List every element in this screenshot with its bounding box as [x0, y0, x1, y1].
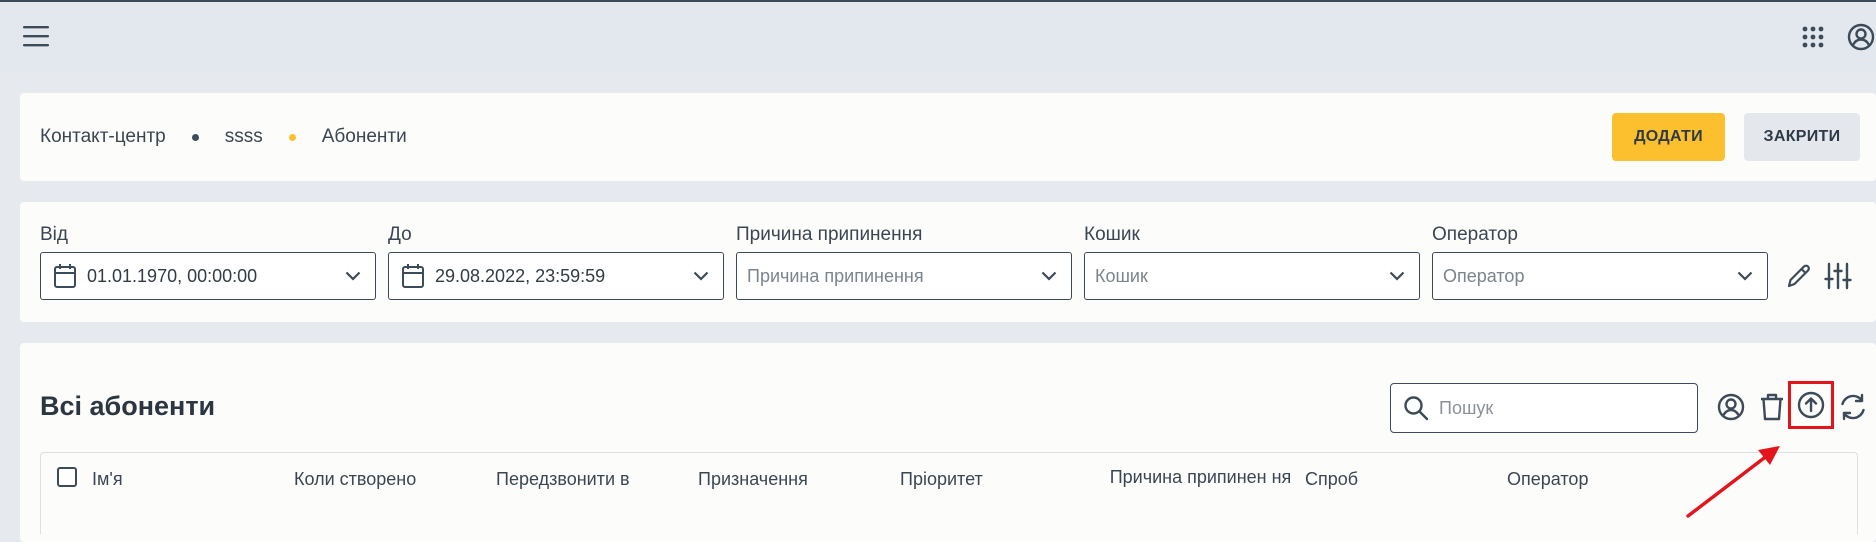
menu-button[interactable] [16, 16, 56, 56]
column-header-destination[interactable]: Призначення [698, 469, 808, 490]
account-button[interactable] [1846, 20, 1876, 54]
user-circle-icon [1717, 393, 1745, 421]
delete-button[interactable] [1756, 389, 1788, 425]
column-header-callback[interactable]: Передзвонити в [496, 469, 630, 490]
select-all-checkbox[interactable] [57, 467, 77, 487]
breadcrumb-separator-active [288, 133, 296, 141]
operator-placeholder: Оператор [1443, 265, 1525, 286]
operator-label: Оператор [1432, 224, 1518, 245]
edit-filters-button[interactable] [1782, 258, 1816, 294]
arrow-icon [1686, 446, 1780, 518]
search-icon [1403, 395, 1429, 421]
account-icon [1847, 23, 1875, 51]
column-header-attempts[interactable]: Спроб [1305, 469, 1358, 490]
header-card: Контакт-центр ssss Абоненти ДОДАТИ ЗАКРИ… [20, 93, 1876, 181]
chevron-down-icon [345, 271, 361, 281]
close-button[interactable]: ЗАКРИТИ [1744, 113, 1860, 161]
calendar-icon [401, 263, 425, 289]
annotation-arrow [1686, 446, 1780, 518]
page-title: Всі абоненти [40, 391, 216, 421]
filters-card: Від 01.01.1970, 00:00:00 До 29.08.2022, … [20, 202, 1876, 322]
refresh-button[interactable] [1836, 389, 1870, 425]
column-header-created[interactable]: Коли створено [294, 469, 416, 490]
from-label: Від [40, 224, 68, 245]
chevron-down-icon [1737, 271, 1753, 281]
top-bar [0, 0, 1876, 72]
search-input[interactable] [1437, 396, 1681, 420]
calendar-icon [53, 263, 77, 289]
menu-icon [23, 26, 49, 47]
filter-settings-button[interactable] [1820, 258, 1856, 294]
table-header: Ім'я Коли створено Передзвонити в Призна… [40, 452, 1858, 534]
breadcrumb-item-ssss[interactable]: ssss [225, 126, 263, 148]
basket-label: Кошик [1084, 224, 1140, 245]
basket-placeholder: Кошик [1095, 265, 1148, 286]
basket-select[interactable]: Кошик [1084, 252, 1420, 300]
subscribers-card: Всі абоненти Ім'я Коли створено Пе [20, 343, 1876, 542]
breadcrumb-separator [191, 133, 199, 141]
assign-operator-button[interactable] [1714, 389, 1748, 425]
reason-placeholder: Причина припинення [747, 265, 924, 286]
column-header-priority[interactable]: Пріоритет [900, 469, 983, 490]
upload-button[interactable] [1788, 381, 1834, 429]
column-header-name[interactable]: Ім'я [92, 469, 123, 490]
chevron-down-icon [1041, 271, 1057, 281]
to-date-field[interactable]: 29.08.2022, 23:59:59 [388, 252, 724, 300]
search-box[interactable] [1390, 383, 1698, 433]
from-date-value: 01.01.1970, 00:00:00 [87, 265, 258, 286]
column-header-termination-reason[interactable]: Причина припинен ня [1103, 461, 1298, 493]
chevron-down-icon [693, 271, 709, 281]
column-header-operator[interactable]: Оператор [1507, 469, 1588, 490]
upload-cloud-icon [1797, 391, 1825, 419]
trash-icon [1761, 393, 1783, 421]
from-date-field[interactable]: 01.01.1970, 00:00:00 [40, 252, 376, 300]
to-label: До [388, 224, 412, 245]
breadcrumb-item-contact-center[interactable]: Контакт-центр [40, 126, 166, 148]
operator-select[interactable]: Оператор [1432, 252, 1768, 300]
breadcrumb-item-subscribers: Абоненти [321, 126, 407, 147]
apps-grid-icon [1802, 26, 1824, 48]
reason-label: Причина припинення [736, 224, 923, 245]
chevron-down-icon [1389, 271, 1405, 281]
refresh-icon [1841, 393, 1865, 421]
add-button[interactable]: ДОДАТИ [1612, 113, 1725, 161]
to-date-value: 29.08.2022, 23:59:59 [435, 265, 606, 286]
sliders-icon [1824, 262, 1852, 290]
breadcrumb: Контакт-центр ssss Абоненти [40, 93, 407, 181]
apps-button[interactable] [1796, 20, 1830, 54]
reason-select[interactable]: Причина припинення [736, 252, 1072, 300]
pencil-icon [1787, 264, 1810, 288]
